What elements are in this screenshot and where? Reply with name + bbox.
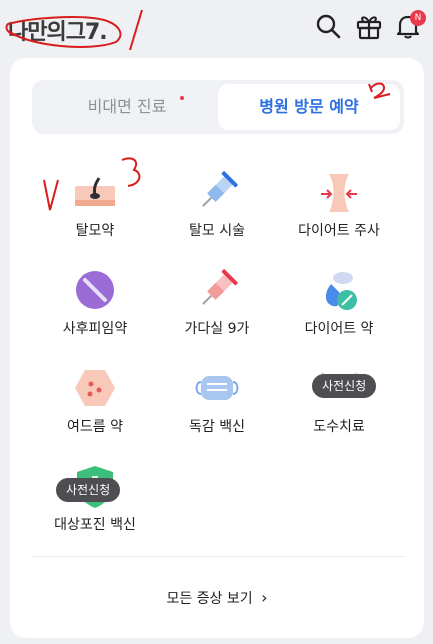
category-label: 다이어트 약	[304, 321, 374, 337]
main-card: 비대면 진료 병원 방문 예약 탈모약 탈모 시술 다이어트 주사 사후피임약 …	[10, 58, 424, 638]
syringe-icon	[202, 171, 238, 207]
category-label: 도수치료	[313, 419, 365, 435]
category-manual-therapy[interactable]: 사전신청 도수치료	[274, 354, 404, 442]
notification-badge: N	[410, 10, 426, 26]
gift-icon[interactable]	[355, 12, 383, 40]
pill-icon	[76, 271, 114, 309]
app-logo[interactable]: 나만의그7.	[8, 14, 108, 46]
category-label: 사후피임약	[62, 321, 128, 337]
view-all-symptoms-link[interactable]: 모든 증상 보기 ›	[10, 588, 424, 608]
vaccine-syringe-icon	[202, 269, 238, 305]
tab-hospital-visit-label: 병원 방문 예약	[259, 97, 359, 116]
category-morning-after-pill[interactable]: 사후피임약	[30, 256, 160, 344]
top-bar: 나만의그7. N	[0, 0, 433, 56]
category-label: 여드름 약	[67, 419, 123, 435]
diet-pills-icon	[325, 272, 357, 310]
category-label: 독감 백신	[189, 419, 245, 435]
category-hair-treatment[interactable]: 탈모 시술	[152, 158, 282, 246]
category-label: 탈모 시술	[189, 223, 245, 239]
category-hair-loss-pill[interactable]: 탈모약	[30, 158, 160, 246]
waist-icon	[321, 174, 357, 212]
view-all-label: 모든 증상 보기	[166, 591, 253, 607]
badge-text: 사전신청	[322, 379, 367, 393]
category-shingles-vaccine[interactable]: 사전신청 대상포진 백신	[30, 452, 160, 540]
category-diet-injection[interactable]: 다이어트 주사	[274, 158, 404, 246]
pre-registration-badge: 사전신청	[312, 374, 377, 398]
hair-loss-pill-icon	[75, 177, 115, 206]
logo-text: 나만의	[8, 20, 67, 45]
category-flu-vaccine[interactable]: 독감 백신	[152, 354, 282, 442]
pre-registration-badge: 사전신청	[56, 478, 121, 502]
tab-switcher: 비대면 진료 병원 방문 예약	[32, 80, 404, 134]
notification-badge-text: N	[414, 13, 422, 23]
tab-hospital-visit[interactable]: 병원 방문 예약	[218, 84, 400, 130]
category-label: 다이어트 주사	[298, 223, 380, 239]
logo-suffix: 그7.	[65, 20, 108, 45]
search-icon[interactable]	[314, 12, 342, 40]
acne-icon	[75, 370, 115, 406]
category-diet-pill[interactable]: 다이어트 약	[274, 256, 404, 344]
category-label: 탈모약	[75, 223, 115, 239]
category-gardasil-9[interactable]: 가다실 9가	[152, 256, 282, 344]
badge-text: 사전신청	[66, 483, 111, 497]
divider	[32, 556, 404, 557]
category-acne-pill[interactable]: 여드름 약	[30, 354, 160, 442]
category-label: 대상포진 백신	[54, 517, 136, 533]
category-label: 가다실 9가	[184, 321, 250, 337]
chevron-right-icon: ›	[261, 588, 268, 607]
mask-icon	[195, 376, 239, 400]
tab-remote-consult-label: 비대면 진료	[87, 97, 167, 116]
tab-remote-consult[interactable]: 비대면 진료	[36, 84, 218, 130]
new-dot	[180, 96, 184, 100]
